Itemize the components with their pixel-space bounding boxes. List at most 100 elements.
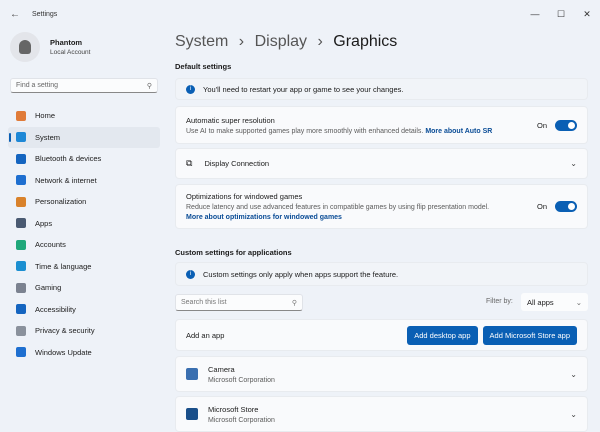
back-button[interactable]: ←	[10, 9, 20, 20]
auto-sr-link[interactable]: More about Auto SR	[425, 128, 492, 135]
sidebar-item-label: Windows Update	[35, 347, 92, 357]
app-name: Camera	[208, 364, 235, 374]
default-settings-heading: Default settings	[175, 62, 232, 71]
breadcrumb-separator: ›	[317, 33, 323, 50]
windowed-link[interactable]: More about optimizations for windowed ga…	[186, 214, 489, 221]
chevron-down-icon[interactable]: ⌄	[570, 159, 577, 168]
chevron-down-icon[interactable]: ⌄	[570, 410, 577, 419]
user-profile[interactable]: Phantom Local Account	[10, 32, 90, 62]
maximize-button[interactable]: ☐	[548, 0, 574, 28]
search-icon: ⚲	[291, 299, 297, 307]
avatar	[10, 32, 40, 62]
custom-info-bar: i Custom settings only apply when apps s…	[175, 262, 588, 286]
sidebar-item-accessibility[interactable]: Accessibility	[8, 299, 160, 321]
auto-sr-title: Automatic super resolution	[186, 115, 275, 125]
camera-app-icon	[186, 368, 198, 380]
add-store-app-button[interactable]: Add Microsoft Store app	[482, 325, 577, 345]
custom-settings-heading: Custom settings for applications	[175, 248, 292, 257]
nav-icon	[16, 239, 26, 250]
sidebar-item-label: System	[35, 132, 61, 142]
add-app-card: Add an app Add desktop app Add Microsoft…	[175, 319, 588, 351]
sidebar-item-time-language[interactable]: Time & language	[8, 256, 160, 278]
add-desktop-app-button[interactable]: Add desktop app	[407, 325, 478, 345]
app-row-microsoft-store[interactable]: Microsoft Store Microsoft Corporation ⌄	[175, 396, 588, 432]
sidebar-item-bluetooth-devices[interactable]: Bluetooth & devices	[8, 148, 160, 170]
breadcrumb-separator: ›	[238, 33, 245, 50]
display-connection-icon: ⧉	[186, 158, 193, 168]
sidebar-item-personalization[interactable]: Personalization	[8, 191, 160, 213]
nav-icon	[16, 153, 26, 164]
nav-icon	[16, 304, 26, 315]
search-icon: ⚲	[146, 82, 152, 90]
list-search-placeholder: Search this list	[181, 299, 227, 306]
profile-account: Local Account	[50, 49, 91, 56]
sidebar-item-label: Accessibility	[35, 304, 76, 314]
info-icon: i	[186, 269, 195, 279]
add-app-label: Add an app	[186, 330, 225, 340]
nav-icon	[16, 196, 26, 207]
app-title: Settings	[32, 10, 58, 18]
auto-sr-desc: Use AI to make supported games play more…	[186, 127, 424, 135]
info-text: You'll need to restart your app or game …	[203, 84, 404, 94]
windowed-desc: Reduce latency and use advanced features…	[186, 204, 490, 211]
sidebar-item-label: Personalization	[35, 197, 87, 207]
title-bar: ← Settings — ☐ ✕	[0, 0, 600, 28]
filter-value: All apps	[527, 297, 554, 307]
custom-info-text: Custom settings only apply when apps sup…	[203, 269, 399, 279]
nav-icon	[16, 282, 26, 293]
breadcrumb: System › Display › Graphics	[175, 33, 397, 51]
nav-icon	[16, 347, 26, 358]
store-app-icon	[186, 408, 198, 420]
breadcrumb-display[interactable]: Display	[255, 33, 307, 50]
list-search-input[interactable]: Search this list ⚲	[175, 294, 303, 311]
info-icon: i	[186, 84, 195, 94]
nav-icon	[16, 261, 26, 272]
nav-icon	[16, 110, 26, 121]
restart-info-bar: i You'll need to restart your app or gam…	[175, 78, 588, 100]
app-publisher: Microsoft Corporation	[208, 376, 275, 384]
chevron-down-icon: ⌄	[575, 297, 582, 307]
nav-icon	[16, 132, 26, 143]
nav-icon	[16, 218, 26, 229]
sidebar-item-windows-update[interactable]: Windows Update	[8, 342, 160, 364]
app-publisher: Microsoft Corporation	[208, 416, 275, 424]
profile-name: Phantom	[50, 38, 83, 47]
sidebar-item-label: Network & internet	[35, 175, 97, 185]
filter-dropdown[interactable]: All apps ⌄	[521, 293, 588, 311]
windowed-toggle[interactable]	[555, 201, 577, 212]
sidebar-item-system[interactable]: System	[8, 126, 160, 148]
auto-sr-toggle[interactable]	[555, 119, 577, 131]
sidebar-item-label: Home	[35, 111, 56, 121]
sidebar-item-gaming[interactable]: Gaming	[8, 277, 160, 299]
sidebar-item-accounts[interactable]: Accounts	[8, 234, 160, 256]
app-row-camera[interactable]: Camera Microsoft Corporation ⌄	[175, 356, 588, 392]
page-title: Graphics	[333, 33, 398, 50]
settings-search-input[interactable]: Find a setting ⚲	[10, 78, 158, 93]
sidebar-nav: Home System Bluetooth & devices Network & i…	[8, 105, 160, 363]
windowed-games-card: Optimizations for windowed games Reduce …	[175, 184, 588, 229]
search-placeholder: Find a setting	[16, 82, 59, 89]
sidebar-item-label: Accounts	[35, 240, 66, 250]
minimize-button[interactable]: —	[522, 0, 548, 28]
display-connection-title: Display Connection	[204, 159, 270, 168]
auto-sr-state: On	[536, 120, 547, 130]
auto-sr-card: Automatic super resolution Use AI to mak…	[175, 106, 588, 144]
nav-icon	[16, 325, 26, 336]
breadcrumb-system[interactable]: System	[175, 33, 228, 50]
filter-label: Filter by:	[486, 298, 513, 305]
chevron-down-icon[interactable]: ⌄	[570, 370, 577, 379]
user-icon	[19, 40, 31, 54]
windowed-title: Optimizations for windowed games	[186, 192, 303, 201]
app-name: Microsoft Store	[208, 404, 259, 414]
windowed-state: On	[536, 202, 547, 211]
nav-icon	[16, 175, 26, 186]
sidebar-item-label: Apps	[35, 218, 53, 228]
sidebar-item-network-internet[interactable]: Network & internet	[8, 170, 160, 192]
sidebar-item-apps[interactable]: Apps	[8, 213, 160, 235]
sidebar-item-privacy-security[interactable]: Privacy & security	[8, 320, 160, 342]
sidebar-item-label: Gaming	[35, 283, 62, 293]
display-connection-card[interactable]: ⧉ Display Connection ⌄	[175, 148, 588, 179]
close-button[interactable]: ✕	[574, 0, 600, 28]
sidebar-item-home[interactable]: Home	[8, 105, 160, 127]
sidebar-item-label: Time & language	[35, 261, 92, 271]
